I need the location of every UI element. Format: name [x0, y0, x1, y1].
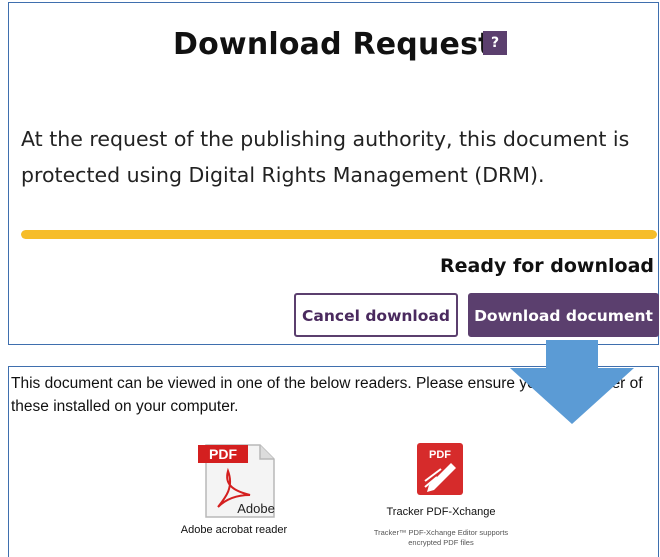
- progress-fill: [21, 230, 657, 239]
- tracker-pdf-xchange-icon: PDF: [417, 443, 463, 495]
- adobe-reader-name: Adobe acrobat reader: [180, 524, 288, 536]
- tracker-reader-name: Tracker PDF-Xchange: [386, 506, 496, 518]
- download-document-button[interactable]: Download document: [468, 293, 659, 337]
- title-row: Download Request ?: [9, 27, 658, 67]
- dialog-title: Download Request: [173, 27, 493, 62]
- download-status: Ready for download: [440, 255, 654, 277]
- help-button[interactable]: ?: [483, 31, 507, 55]
- svg-text:PDF: PDF: [209, 446, 237, 462]
- tracker-reader-option[interactable]: PDF Tracker PDF-Xchange Tracker™ PDF-Xch…: [361, 441, 521, 548]
- svg-text:Adobe: Adobe: [237, 501, 275, 516]
- cancel-download-button[interactable]: Cancel download: [294, 293, 458, 337]
- down-arrow-icon: [510, 340, 634, 424]
- tracker-reader-description: Tracker™ PDF-Xchange Editor supports enc…: [373, 528, 509, 547]
- drm-message: At the request of the publishing authori…: [21, 127, 630, 187]
- download-progress-bar: [21, 230, 657, 239]
- svg-text:PDF: PDF: [429, 449, 451, 461]
- download-request-dialog: Download Request ? At the request of the…: [8, 2, 659, 345]
- adobe-reader-option[interactable]: PDF Adobe Adobe acrobat reader: [164, 441, 304, 536]
- adobe-pdf-icon: PDF Adobe: [198, 444, 275, 518]
